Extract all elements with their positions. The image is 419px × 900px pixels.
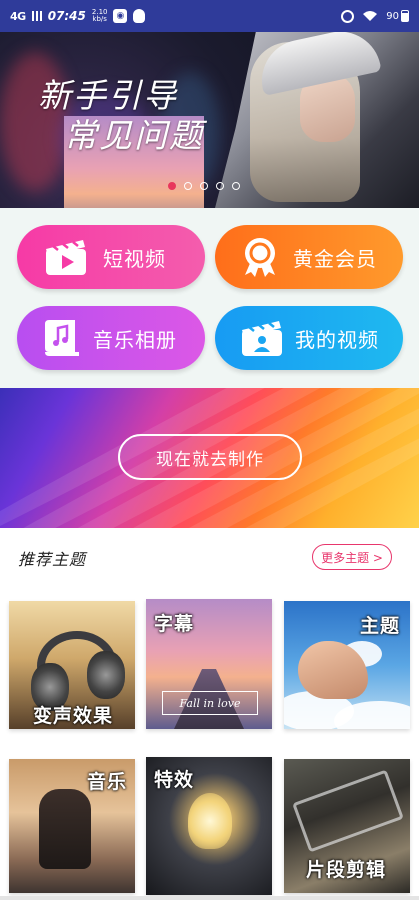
clapperboard-play-icon	[46, 240, 86, 275]
status-bar: 4G 07:45 2.10 kb/s ◉ 90	[0, 0, 419, 32]
feature-grid: 短视频 黄金会员 音乐相册 我的视频	[0, 208, 419, 388]
network-speed: 2.10 kb/s	[92, 9, 108, 23]
lightbulb-image	[188, 793, 232, 849]
headphone-cup	[87, 651, 125, 699]
user-film-icon	[242, 321, 282, 356]
topic-label: 音乐	[87, 771, 128, 793]
topic-label: 字幕	[154, 613, 195, 635]
music-album-label: 音乐相册	[93, 327, 177, 352]
section-title: 推荐主题	[18, 550, 87, 569]
topic-label: 片段剪辑	[306, 859, 387, 881]
my-videos-label: 我的视频	[295, 327, 379, 352]
qq-icon	[133, 9, 146, 23]
recommended-topics-section: 推荐主题 更多主题 > 变声效果 Fall in love 字幕 主题 音乐 特…	[0, 528, 419, 900]
caption-box: Fall in love	[162, 691, 258, 715]
music-book-icon	[45, 320, 79, 356]
my-videos-button[interactable]: 我的视频	[215, 306, 403, 370]
topic-label: 变声效果	[33, 705, 114, 727]
gold-member-button[interactable]: 黄金会员	[215, 225, 403, 289]
medal-award-icon	[245, 238, 275, 277]
topic-tile-effects[interactable]: 特效	[146, 757, 272, 895]
short-video-label: 短视频	[103, 246, 166, 271]
battery-indicator: 90	[386, 10, 409, 22]
short-video-button[interactable]: 短视频	[17, 225, 205, 289]
bottom-divider	[0, 896, 419, 900]
battery-icon	[401, 10, 409, 22]
topic-tile-music[interactable]: 音乐	[9, 759, 135, 893]
carousel-dot[interactable]	[216, 182, 224, 190]
signal-indicator: 4G	[10, 9, 26, 23]
music-album-button[interactable]: 音乐相册	[17, 306, 205, 370]
status-time: 07:45	[47, 9, 86, 23]
carousel-dot[interactable]	[184, 182, 192, 190]
alarm-icon	[341, 9, 355, 23]
promo-banner: 现在就去制作	[0, 388, 419, 528]
topic-label: 主题	[360, 615, 401, 637]
wifi-icon	[363, 11, 378, 21]
carousel-dot[interactable]	[200, 182, 208, 190]
make-now-button[interactable]: 现在就去制作	[118, 434, 302, 480]
gold-member-label: 黄金会员	[293, 246, 377, 271]
topic-label: 特效	[154, 769, 195, 791]
signal-bars-icon	[31, 11, 42, 21]
topic-tile-voice-effect[interactable]: 变声效果	[9, 601, 135, 729]
network-speed-unit: kb/s	[92, 15, 107, 23]
film-strip-image	[292, 769, 404, 853]
battery-level: 90	[386, 10, 399, 22]
person-image	[39, 789, 91, 869]
carousel-dot[interactable]	[168, 182, 176, 190]
carousel-dot[interactable]	[232, 182, 240, 190]
banner-title-line1: 新手引导	[38, 76, 178, 115]
app-notification-icon: ◉	[113, 9, 128, 23]
topic-tile-clip-edit[interactable]: 片段剪辑	[284, 759, 410, 893]
topic-tile-theme[interactable]: 主题	[284, 601, 410, 729]
banner-title-line2: 常见问题	[64, 116, 204, 208]
more-topics-button[interactable]: 更多主题 >	[312, 544, 392, 570]
topic-tile-subtitle[interactable]: Fall in love 字幕	[146, 599, 272, 729]
guide-banner[interactable]: 新手引导 常见问题	[0, 32, 419, 208]
carousel-indicator	[168, 182, 240, 190]
